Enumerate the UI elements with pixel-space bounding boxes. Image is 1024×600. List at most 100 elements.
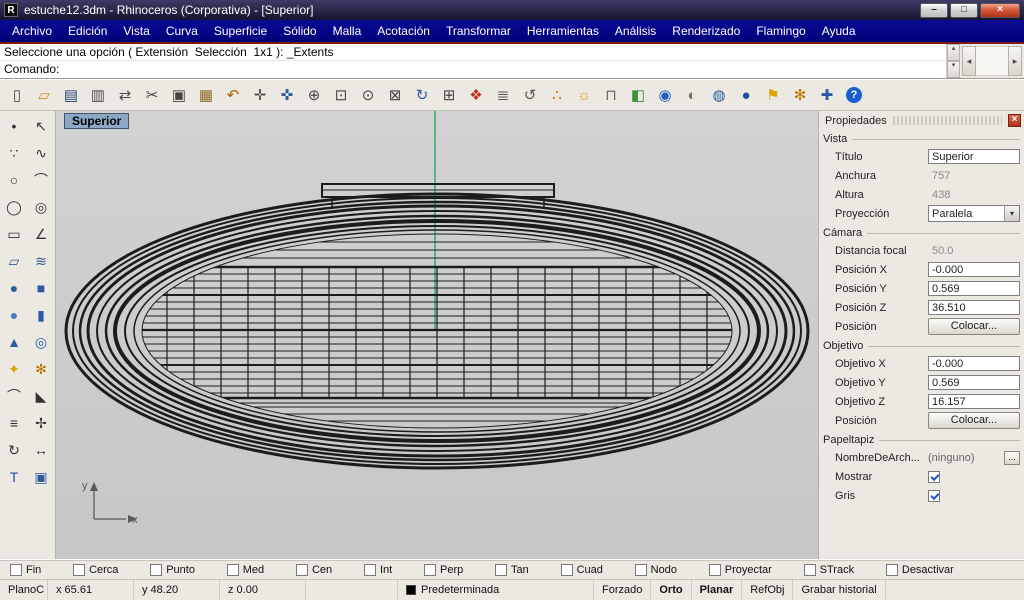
target-z-field[interactable]: 16.157	[928, 394, 1020, 409]
menu-item[interactable]: Flamingo	[748, 21, 813, 41]
checkbox-icon[interactable]	[635, 564, 647, 576]
pan-icon[interactable]: ✛	[247, 82, 273, 108]
flag-icon[interactable]: ⚑	[760, 82, 786, 108]
boolean-icon[interactable]: ✦	[1, 356, 27, 382]
checkbox-icon[interactable]	[424, 564, 436, 576]
scroll-down-icon[interactable]: ▾	[947, 61, 960, 78]
mostrar-checkbox[interactable]	[928, 471, 940, 483]
layers-box-icon[interactable]: ▣	[28, 464, 54, 490]
camera-colocar-button[interactable]: Colocar...	[928, 318, 1020, 335]
scrollbar-track[interactable]	[976, 46, 1008, 76]
checkbox-icon[interactable]	[296, 564, 308, 576]
move-icon[interactable]: ✢	[28, 410, 54, 436]
osnap-toggle[interactable]: Perp	[424, 564, 463, 576]
target-x-field[interactable]: -0.000	[928, 356, 1020, 371]
pointer-icon[interactable]: ↖	[28, 113, 54, 139]
checkbox-icon[interactable]	[227, 564, 239, 576]
snap-toggle[interactable]: Forzado	[594, 580, 651, 600]
cplane-button[interactable]: PlanoC	[0, 580, 48, 600]
offset-icon[interactable]: ≡	[1, 410, 27, 436]
control-points-icon[interactable]: ∵	[1, 140, 27, 166]
osnap-toggle[interactable]: Med	[227, 564, 264, 576]
menu-item[interactable]: Archivo	[4, 21, 60, 41]
menu-item[interactable]: Superficie	[206, 21, 275, 41]
scroll-up-icon[interactable]: ▴	[947, 44, 960, 61]
osnap-toggle[interactable]: Cen	[296, 564, 332, 576]
chamfer-icon[interactable]: ◣	[28, 383, 54, 409]
car-icon[interactable]: ❖	[463, 82, 489, 108]
gears-icon[interactable]: ✻	[787, 82, 813, 108]
curve-icon[interactable]: ∿	[28, 140, 54, 166]
cylinder-icon[interactable]: ▮	[28, 302, 54, 328]
orient-icon[interactable]: ↺	[517, 82, 543, 108]
arc-icon[interactable]: ⌒	[28, 167, 54, 193]
command-prompt-input[interactable]: Comando:	[0, 61, 946, 78]
titulo-field[interactable]: Superior	[928, 149, 1020, 164]
checkbox-icon[interactable]	[150, 564, 162, 576]
point-icon[interactable]: •	[1, 113, 27, 139]
zoom-selected-icon[interactable]: ⊙	[355, 82, 381, 108]
checkbox-icon[interactable]	[886, 564, 898, 576]
checkbox-icon[interactable]	[804, 564, 816, 576]
points-on-icon[interactable]: ∴	[544, 82, 570, 108]
osnap-toggle[interactable]: STrack	[804, 564, 854, 576]
viewport-layout-icon[interactable]: ⊞	[436, 82, 462, 108]
render-sphere-icon[interactable]: ◉	[652, 82, 678, 108]
scroll-right-icon[interactable]: ▸	[1008, 46, 1022, 76]
menu-item[interactable]: Acotación	[369, 21, 438, 41]
rectangle-icon[interactable]: ▭	[1, 221, 27, 247]
close-button[interactable]: ×	[980, 3, 1020, 18]
new-file-icon[interactable]: ▯	[4, 82, 30, 108]
export-icon[interactable]: ⇄	[112, 82, 138, 108]
wallpaper-filename-field[interactable]: (ninguno) ...	[928, 451, 1020, 465]
osnap-toggle[interactable]: Fin	[10, 564, 41, 576]
cut-icon[interactable]: ✂	[139, 82, 165, 108]
zoom-dynamic-icon[interactable]: ⊕	[301, 82, 327, 108]
osnap-toggle[interactable]: Nodo	[635, 564, 677, 576]
camera-x-field[interactable]: -0.000	[928, 262, 1020, 277]
print-icon[interactable]: ▥	[85, 82, 111, 108]
toolbar-config-icon[interactable]: ✚	[814, 82, 840, 108]
zoom-window-icon[interactable]: ⊡	[328, 82, 354, 108]
osnap-toggle[interactable]: Punto	[150, 564, 195, 576]
circle-icon[interactable]: ○	[1, 167, 27, 193]
checkbox-icon[interactable]	[495, 564, 507, 576]
osnap-toggle[interactable]: Int	[364, 564, 392, 576]
ortho-toggle[interactable]: Orto	[651, 580, 691, 600]
pipe-icon[interactable]: ◎	[28, 329, 54, 355]
extrude-icon[interactable]: ▲	[1, 329, 27, 355]
checkbox-icon[interactable]	[561, 564, 573, 576]
loft-icon[interactable]: ≋	[28, 248, 54, 274]
copy-icon[interactable]: ▣	[166, 82, 192, 108]
target-colocar-button[interactable]: Colocar...	[928, 412, 1020, 429]
menu-item[interactable]: Transformar	[438, 21, 519, 41]
shaded-view-icon[interactable]: ◧	[625, 82, 651, 108]
sphere-icon[interactable]: ●	[1, 275, 27, 301]
viewport-label[interactable]: Superior	[64, 113, 129, 129]
layer-pane[interactable]: Predeterminada	[398, 580, 594, 600]
box-icon[interactable]: ■	[28, 275, 54, 301]
osnap-toggle[interactable]: Desactivar	[886, 564, 954, 576]
menu-item[interactable]: Edición	[60, 21, 115, 41]
surface-icon[interactable]: ▱	[1, 248, 27, 274]
maximize-button[interactable]: □	[950, 3, 978, 18]
panel-grip[interactable]	[893, 116, 1002, 125]
rotate-icon[interactable]: ↻	[1, 437, 27, 463]
zoom-extents-icon[interactable]: ⊠	[382, 82, 408, 108]
save-icon[interactable]: ▤	[58, 82, 84, 108]
menu-item[interactable]: Renderizado	[664, 21, 748, 41]
menu-item[interactable]: Vista	[115, 21, 157, 41]
scale-icon[interactable]: ↔	[28, 437, 54, 463]
wire-globe-icon[interactable]: ◍	[706, 82, 732, 108]
proyeccion-select[interactable]: Paralela ▾	[928, 205, 1020, 222]
move-view-icon[interactable]: ✜	[274, 82, 300, 108]
record-history-toggle[interactable]: Grabar historial	[793, 580, 885, 600]
lightbulb-icon[interactable]: ☼	[571, 82, 597, 108]
camera-z-field[interactable]: 36.510	[928, 300, 1020, 315]
target-y-field[interactable]: 0.569	[928, 375, 1020, 390]
planar-toggle[interactable]: Planar	[692, 580, 743, 600]
layers-icon[interactable]: ≣	[490, 82, 516, 108]
menu-item[interactable]: Curva	[158, 21, 206, 41]
ellipsoid-icon[interactable]: ●	[1, 302, 27, 328]
fillet-icon[interactable]: ⌒	[1, 383, 27, 409]
